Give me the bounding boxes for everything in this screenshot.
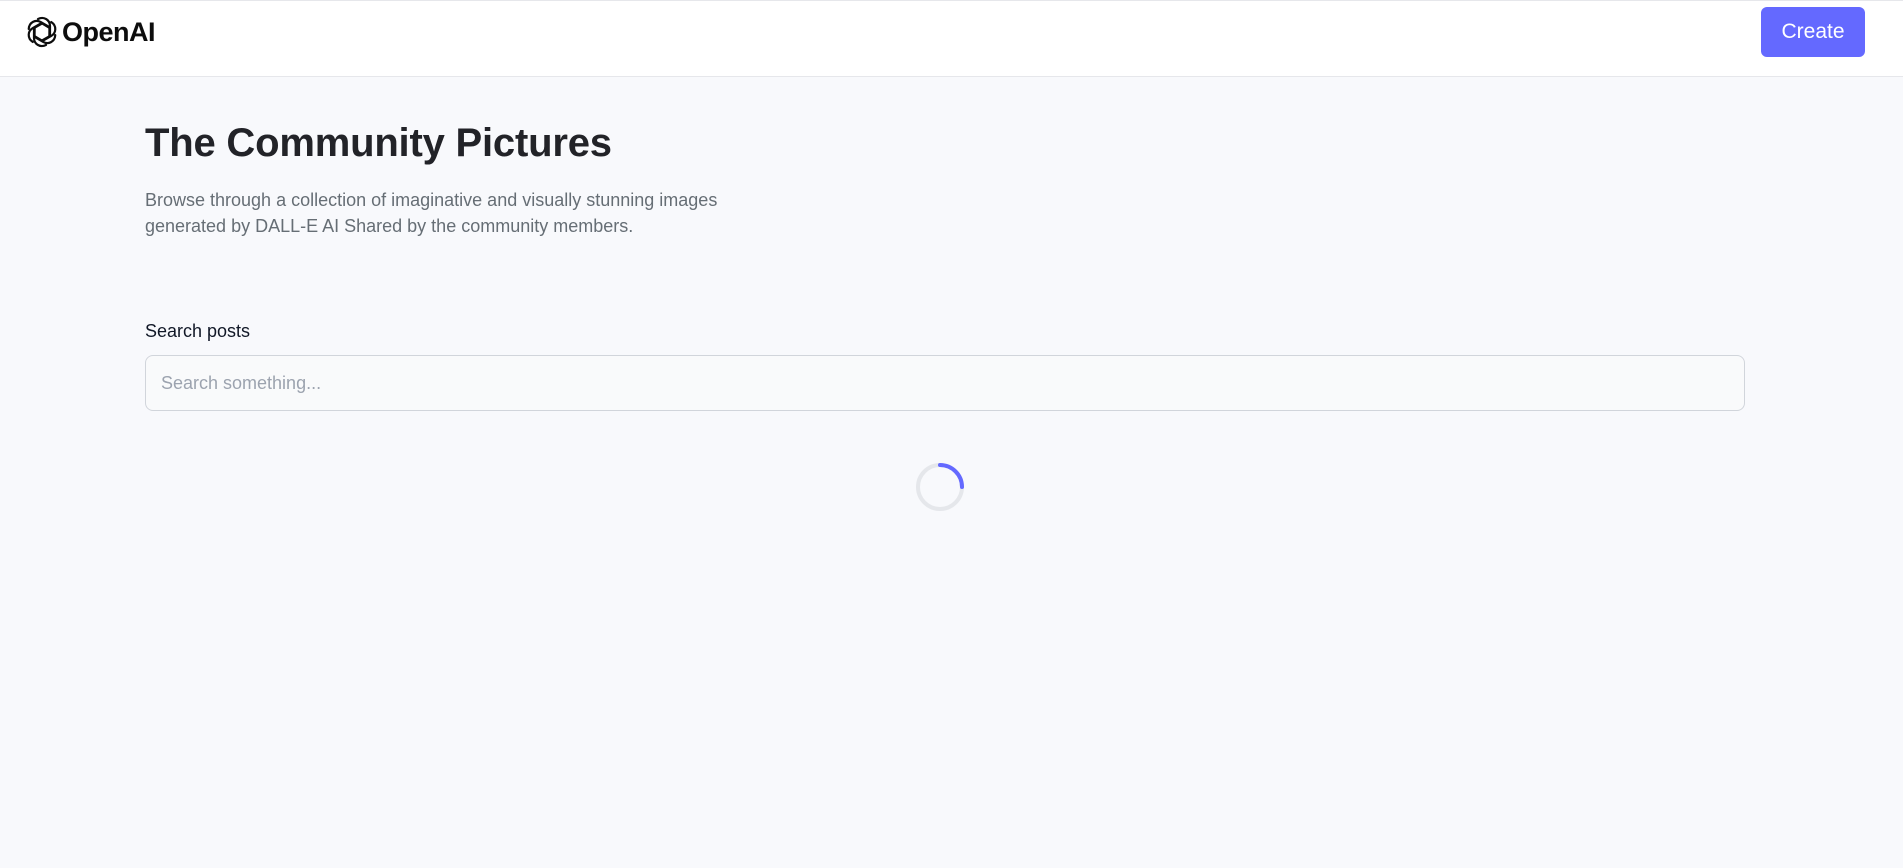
create-button[interactable]: Create: [1761, 7, 1865, 57]
loading-spinner-icon: [916, 463, 964, 511]
page-subtitle: Browse through a collection of imaginati…: [145, 190, 718, 236]
top-navbar: OpenAI Create: [0, 0, 1903, 77]
search-input[interactable]: [145, 355, 1745, 411]
openai-logo-icon: [27, 16, 57, 48]
page-title: The Community Pictures: [145, 121, 612, 165]
openai-logo-link[interactable]: OpenAI: [24, 14, 156, 50]
brand-name: OpenAI: [62, 16, 156, 47]
search-label: Search posts: [145, 321, 251, 341]
